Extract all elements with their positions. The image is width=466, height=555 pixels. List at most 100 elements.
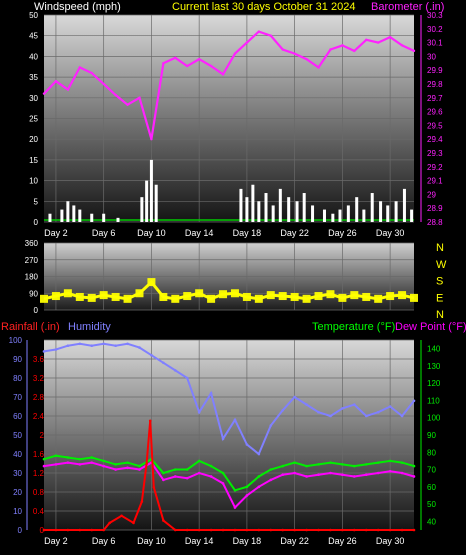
dewpoint-point: [197, 471, 201, 475]
wind-tick-label: 40: [29, 52, 38, 61]
humidity-point: [233, 418, 237, 422]
temp-tick-label: 130: [427, 362, 441, 371]
temperature-point: [257, 475, 261, 478]
rainfall-point: [185, 528, 189, 532]
temperature-point: [281, 464, 285, 468]
barometer-point: [90, 71, 93, 75]
wind-tick-label: 45: [29, 32, 38, 41]
wind-tick-label: 5: [34, 197, 39, 206]
baro-tick-label: 28.9: [427, 204, 443, 213]
temp-tick-label: 90: [427, 431, 436, 440]
wind-bar: [245, 197, 249, 222]
rainfall-point: [269, 528, 273, 532]
wind-bar: [154, 184, 158, 222]
temperature-point: [102, 459, 105, 463]
rainfall-point: [245, 528, 249, 532]
humidity-point: [412, 399, 416, 403]
temperature-point: [54, 454, 58, 458]
wind-title: Windspeed (mph): [34, 1, 121, 13]
dewpoint-point: [162, 478, 165, 482]
temperature-point: [329, 461, 332, 464]
rain-tick-label: 2: [40, 431, 45, 440]
wind-bar: [66, 201, 70, 222]
dewpoint-point: [245, 494, 249, 497]
wind-bar: [402, 188, 406, 222]
rainfall-point: [108, 521, 111, 525]
wind-tick-label: 50: [29, 11, 38, 20]
temperature-point: [400, 461, 404, 464]
temperature-point: [269, 468, 273, 471]
wind-bar: [264, 193, 268, 222]
baro-tick-label: 29.9: [427, 66, 443, 75]
dewpoint-point: [412, 475, 416, 478]
dewpoint-point: [90, 461, 94, 464]
rainfall-point: [281, 528, 285, 532]
dewpoint-point: [305, 475, 308, 478]
wind-bar: [90, 213, 94, 222]
temperature-point: [293, 461, 296, 464]
barometer-point: [388, 35, 392, 39]
temperature-point: [78, 457, 82, 461]
wind-bar: [370, 193, 374, 222]
wind-left-axis: 50454035302520151050: [29, 11, 38, 227]
temperature-point: [305, 464, 308, 468]
wind-tick-label: 30: [29, 94, 38, 103]
dewpoint-point: [102, 464, 105, 468]
x-tick-label: Day 14: [185, 536, 214, 546]
wind-bar: [60, 209, 64, 222]
rainfall-point: [209, 528, 213, 532]
temperature-point: [185, 468, 189, 471]
humidity-axis: 1009080706050403020100: [9, 336, 28, 535]
humidity-tick-label: 20: [13, 488, 22, 497]
rainfall-point: [329, 528, 332, 532]
dewpoint-point: [257, 485, 261, 489]
dewpoint-point: [341, 473, 344, 477]
wind-tick-label: 20: [29, 135, 38, 144]
temperature-point: [388, 459, 392, 463]
rainfall-point: [152, 485, 156, 489]
humidity-point: [185, 376, 189, 380]
barometer-point: [400, 44, 404, 47]
temperature-title: Temperature (°F): [312, 321, 395, 333]
rainfall-point: [173, 528, 177, 532]
wind-bar: [271, 205, 275, 222]
humidity-point: [66, 344, 70, 348]
baro-tick-label: 29.1: [427, 177, 443, 186]
rainfall-point: [400, 528, 404, 532]
compass-label: S: [436, 276, 443, 288]
dewpoint-point: [173, 475, 177, 478]
barometer-point: [174, 56, 177, 59]
rain-title: Rainfall (.in): [1, 321, 60, 333]
dewpoint-point: [66, 461, 70, 464]
humidity-tick-label: 0: [18, 526, 23, 535]
dewpoint-point: [221, 482, 225, 485]
temperature-point: [341, 463, 344, 466]
wind-bar: [239, 188, 243, 222]
barometer-point: [138, 96, 141, 100]
dewpoint-point: [388, 469, 392, 473]
humidity-point: [293, 395, 296, 399]
baro-tick-label: 30.2: [427, 25, 443, 34]
rain-tick-label: 2.8: [33, 393, 45, 402]
humidity-point: [138, 346, 141, 349]
baro-tick-label: 29.8: [427, 80, 443, 89]
wind-tick-label: 0: [34, 218, 39, 227]
dewpoint-point: [317, 473, 320, 477]
baro-tick-label: 29.4: [427, 135, 443, 144]
wind-bar: [362, 209, 366, 222]
wind-bar: [379, 201, 383, 222]
barometer-point: [341, 44, 344, 47]
baro-tick-label: 30.3: [427, 11, 443, 20]
temperature-point: [138, 464, 141, 468]
temperature-point: [209, 464, 213, 468]
humidity-tick-label: 40: [13, 450, 22, 459]
humidity-point: [317, 410, 320, 414]
baro-tick-label: 29.7: [427, 94, 443, 103]
humidity-point: [257, 452, 261, 456]
barometer-point: [197, 57, 201, 61]
rain-axis: 3.6 3.2 2.8 2.4 2 1.6 1.2 0.8 0.4 0: [33, 355, 45, 535]
wind-bar: [116, 217, 120, 222]
dewpoint-point: [281, 473, 285, 477]
temp-tick-label: 100: [427, 414, 441, 423]
humidity-point: [364, 414, 368, 418]
